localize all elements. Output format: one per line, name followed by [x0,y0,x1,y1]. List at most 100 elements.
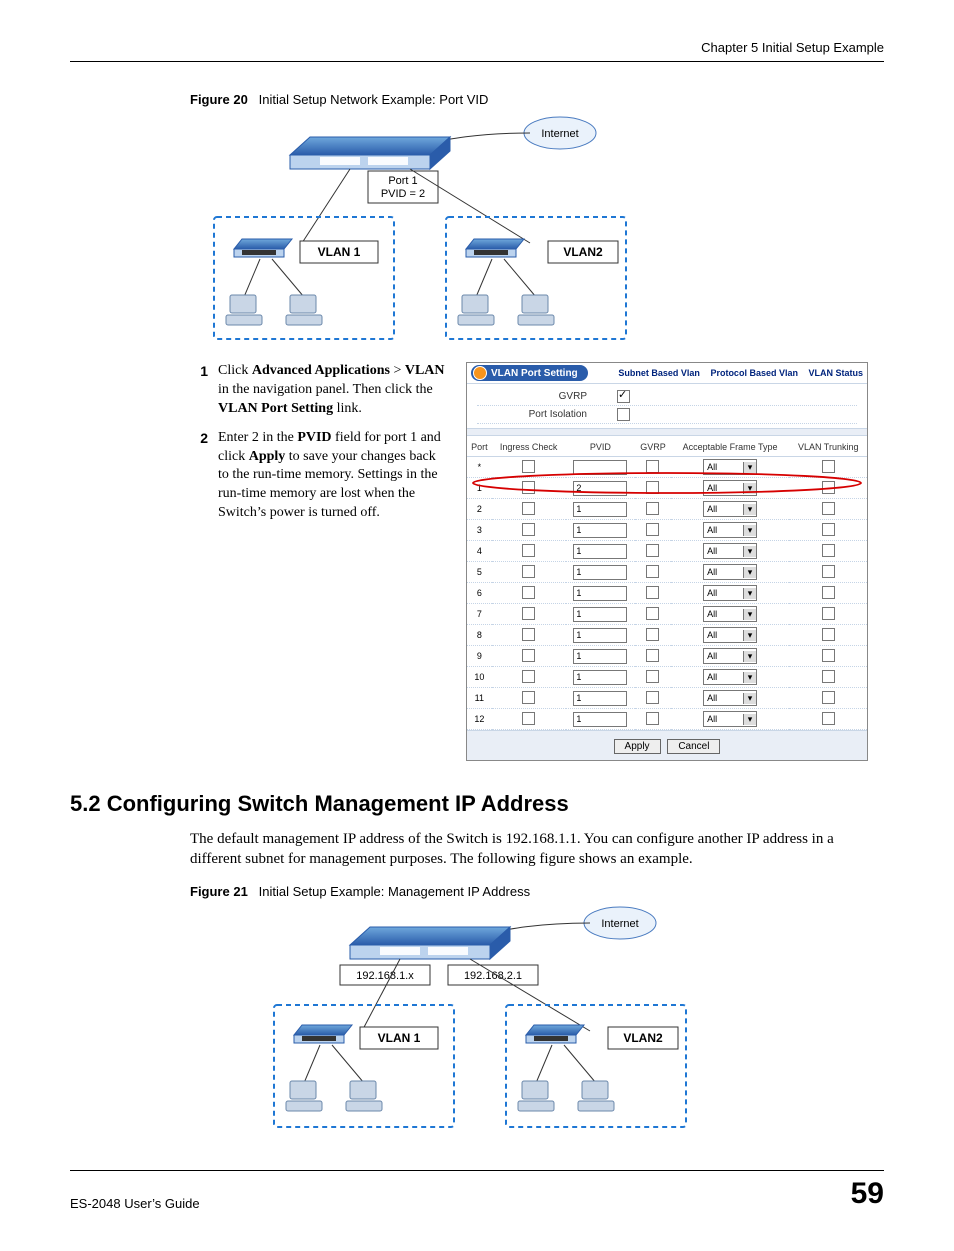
opt-gvrp-checkbox[interactable] [617,390,630,403]
aft-select[interactable]: All▾ [703,585,757,601]
trunk-checkbox[interactable] [822,586,835,599]
gvrp-checkbox[interactable] [646,523,659,536]
figure20-text: Initial Setup Network Example: Port VID [259,92,489,107]
trunk-checkbox[interactable] [822,649,835,662]
figure21-diagram: Internet 192.168.1.x 192.168.2.1 VLAN 1 [270,905,884,1140]
pvid-input[interactable] [573,481,627,496]
apply-button[interactable]: Apply [614,739,661,754]
chevron-down-icon: ▾ [743,588,756,599]
table-row: 3 All▾ [467,520,867,541]
figure20-label: Figure 20 [190,92,248,107]
trunk-checkbox[interactable] [822,481,835,494]
trunk-checkbox[interactable] [822,607,835,620]
trunk-checkbox[interactable] [822,712,835,725]
col-port: Port [467,438,492,457]
gvrp-checkbox[interactable] [646,607,659,620]
ingress-checkbox[interactable] [522,481,535,494]
gvrp-checkbox[interactable] [646,691,659,704]
gvrp-checkbox[interactable] [646,481,659,494]
aft-select[interactable]: All▾ [703,522,757,538]
ingress-checkbox[interactable] [522,628,535,641]
panel-links: Subnet Based Vlan Protocol Based Vlan VL… [610,368,863,378]
trunk-checkbox[interactable] [822,544,835,557]
aft-select[interactable]: All▾ [703,711,757,727]
section-5-2-body: The default management IP address of the… [190,829,884,870]
pvid-input[interactable] [573,649,627,664]
figure20-diagram: Internet Port 1 PVID = 2 VLAN 1 [210,113,884,348]
figure20-vlan1-label: VLAN 1 [318,245,361,259]
opt-port-isolation-checkbox[interactable] [617,408,630,421]
trunk-checkbox[interactable] [822,460,835,473]
ingress-checkbox[interactable] [522,460,535,473]
aft-select[interactable]: All▾ [703,690,757,706]
t: Apply [249,449,286,464]
link-protocol-vlan[interactable]: Protocol Based Vlan [710,368,798,378]
link-subnet-vlan[interactable]: Subnet Based Vlan [618,368,700,378]
trunk-checkbox[interactable] [822,691,835,704]
trunk-checkbox[interactable] [822,670,835,683]
figure20-internet-label: Internet [541,128,578,140]
pvid-input[interactable] [573,502,627,517]
gvrp-checkbox[interactable] [646,586,659,599]
cell-port: 3 [467,520,492,541]
gvrp-checkbox[interactable] [646,649,659,662]
panel-header: VLAN Port Setting Subnet Based Vlan Prot… [467,363,867,384]
figure21-label: Figure 21 [190,884,248,899]
ingress-checkbox[interactable] [522,523,535,536]
chevron-down-icon: ▾ [743,504,756,515]
ingress-checkbox[interactable] [522,502,535,515]
pvid-input[interactable] [573,544,627,559]
ingress-checkbox[interactable] [522,565,535,578]
aft-select[interactable]: All▾ [703,480,757,496]
trunk-checkbox[interactable] [822,502,835,515]
ingress-checkbox[interactable] [522,691,535,704]
ingress-checkbox[interactable] [522,607,535,620]
gvrp-checkbox[interactable] [646,628,659,641]
trunk-checkbox[interactable] [822,565,835,578]
pvid-input[interactable] [573,712,627,727]
aft-select[interactable]: All▾ [703,648,757,664]
pvid-input[interactable] [573,607,627,622]
aft-select[interactable]: All▾ [703,564,757,580]
aft-select[interactable]: All▾ [703,606,757,622]
footer-page-number: 59 [851,1177,884,1211]
aft-select[interactable]: All▾ [703,459,757,475]
step-1-num: 1 [190,362,208,419]
header-rule [70,61,884,62]
gvrp-checkbox[interactable] [646,502,659,515]
pvid-input[interactable] [573,691,627,706]
gvrp-checkbox[interactable] [646,460,659,473]
figure21-vlan2-label: VLAN2 [623,1031,663,1045]
ingress-checkbox[interactable] [522,586,535,599]
gvrp-checkbox[interactable] [646,712,659,725]
ingress-checkbox[interactable] [522,712,535,725]
t: Advanced Applications [252,363,390,378]
aft-select[interactable]: All▾ [703,501,757,517]
step-2: 2 Enter 2 in the PVID field for port 1 a… [190,429,450,523]
aft-select[interactable]: All▾ [703,627,757,643]
trunk-checkbox[interactable] [822,628,835,641]
pvid-input[interactable] [573,565,627,580]
ingress-checkbox[interactable] [522,649,535,662]
gvrp-checkbox[interactable] [646,544,659,557]
ingress-checkbox[interactable] [522,544,535,557]
gvrp-checkbox[interactable] [646,670,659,683]
aft-select[interactable]: All▾ [703,669,757,685]
pvid-input[interactable] [573,670,627,685]
chevron-down-icon: ▾ [743,630,756,641]
table-row: 8All▾ [467,625,867,646]
figure21-internet-label: Internet [601,918,638,930]
pvid-input[interactable] [573,523,627,538]
cell-port: 11 [467,688,492,709]
pvid-input[interactable] [573,628,627,643]
pvid-input[interactable] [573,586,627,601]
pvid-input[interactable] [573,460,627,475]
chevron-down-icon: ▾ [743,609,756,620]
gvrp-checkbox[interactable] [646,565,659,578]
cancel-button[interactable]: Cancel [667,739,720,754]
aft-select[interactable]: All▾ [703,543,757,559]
link-vlan-status[interactable]: VLAN Status [808,368,863,378]
ingress-checkbox[interactable] [522,670,535,683]
trunk-checkbox[interactable] [822,523,835,536]
panel-title-pill: VLAN Port Setting [471,365,588,381]
